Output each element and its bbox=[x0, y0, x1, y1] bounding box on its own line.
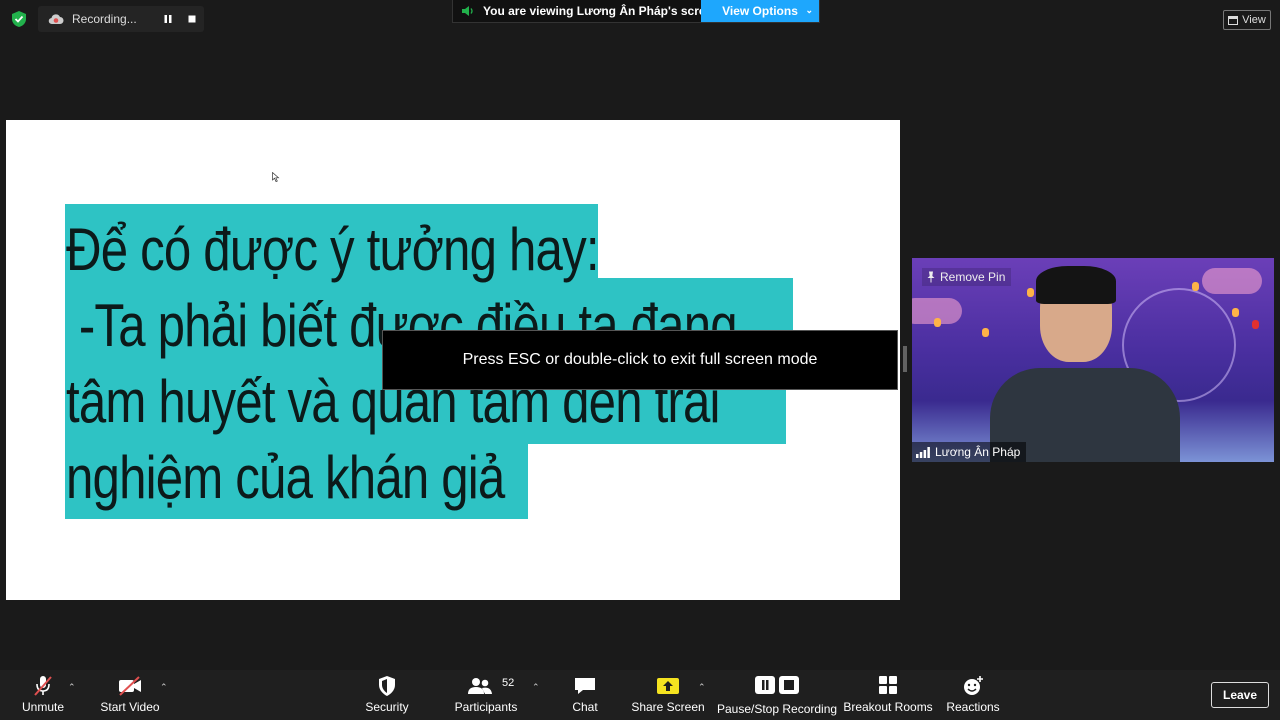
leave-label: Leave bbox=[1222, 688, 1258, 702]
participants-label: Participants bbox=[454, 700, 518, 714]
breakout-rooms-label: Breakout Rooms bbox=[843, 700, 933, 714]
view-options-label: View Options bbox=[722, 4, 798, 18]
recording-indicator: Recording... bbox=[38, 6, 204, 32]
lantern-decoration bbox=[982, 328, 989, 337]
slide-line-1: Để có được ý tưởng hay: bbox=[66, 216, 600, 283]
share-screen-label: Share Screen bbox=[631, 700, 705, 714]
panel-splitter-handle[interactable] bbox=[903, 346, 907, 372]
audio-options-caret-icon[interactable]: ⌃ bbox=[68, 682, 78, 692]
unmute-button[interactable]: Unmute bbox=[14, 670, 72, 720]
unmute-label: Unmute bbox=[21, 700, 65, 714]
blossom-decoration-right bbox=[1202, 268, 1262, 294]
lantern-decoration bbox=[1232, 308, 1239, 317]
viewing-screen-text: You are viewing Lương Ân Pháp's screen bbox=[483, 4, 720, 18]
pause-stop-recording-icon bbox=[755, 676, 799, 694]
view-label: View bbox=[1242, 14, 1266, 26]
remove-pin-button[interactable]: Remove Pin bbox=[922, 268, 1012, 286]
remove-pin-label: Remove Pin bbox=[940, 270, 1006, 284]
shield-icon bbox=[379, 676, 395, 696]
participant-video-tile[interactable]: Remove Pin Lương Ân Pháp bbox=[912, 258, 1274, 462]
participant-name-tag: Lương Ân Pháp bbox=[912, 442, 1027, 462]
stop-recording-icon[interactable] bbox=[187, 14, 197, 24]
meeting-toolbar: Unmute ⌃ Start Video ⌃ Security Particip… bbox=[0, 670, 1280, 720]
lantern-decoration bbox=[1192, 282, 1199, 291]
view-layout-button[interactable]: View bbox=[1223, 10, 1271, 30]
pause-recording-icon[interactable] bbox=[163, 14, 173, 24]
participants-count: 52 bbox=[502, 677, 515, 689]
participant-hair bbox=[1036, 266, 1116, 304]
security-shield-icon[interactable] bbox=[10, 10, 28, 28]
lantern-decoration bbox=[934, 318, 941, 327]
recording-label: Recording... bbox=[72, 12, 137, 26]
view-options-button[interactable]: View Options ⌄ bbox=[701, 0, 819, 22]
participants-icon bbox=[468, 678, 492, 694]
share-screen-icon bbox=[657, 678, 679, 694]
breakout-rooms-button[interactable]: Breakout Rooms bbox=[843, 670, 933, 720]
slide-line-4: nghiệm của khán giả bbox=[66, 444, 505, 511]
participant-name: Lương Ân Pháp bbox=[935, 445, 1021, 459]
chat-bubble-icon bbox=[575, 678, 595, 694]
security-label: Security bbox=[365, 700, 409, 714]
chevron-down-icon: ⌄ bbox=[805, 5, 813, 15]
video-off-icon bbox=[119, 676, 141, 696]
microphone-muted-icon bbox=[34, 676, 52, 696]
start-video-label: Start Video bbox=[100, 700, 160, 714]
participants-options-caret-icon[interactable]: ⌃ bbox=[532, 682, 542, 692]
breakout-rooms-icon bbox=[879, 676, 897, 694]
lantern-decoration bbox=[1027, 288, 1034, 297]
lantern-decoration bbox=[1252, 320, 1259, 329]
chat-label: Chat bbox=[572, 700, 598, 714]
pause-stop-recording-button[interactable]: Pause/Stop Recording bbox=[716, 670, 838, 720]
chat-button[interactable]: Chat bbox=[566, 670, 604, 720]
cloud-recording-icon bbox=[48, 14, 64, 25]
speaker-icon bbox=[462, 6, 473, 16]
reactions-label: Reactions bbox=[946, 700, 1000, 714]
pause-stop-recording-label: Pause/Stop Recording bbox=[716, 702, 838, 716]
mouse-cursor-icon bbox=[272, 172, 280, 182]
leave-button[interactable]: Leave bbox=[1211, 682, 1269, 708]
exit-fullscreen-toast: Press ESC or double-click to exit full s… bbox=[382, 330, 898, 390]
smiley-reaction-icon bbox=[964, 676, 983, 695]
security-button[interactable]: Security bbox=[362, 670, 412, 720]
signal-strength-icon bbox=[916, 446, 930, 458]
start-video-button[interactable]: Start Video bbox=[98, 670, 162, 720]
pin-icon bbox=[927, 271, 935, 283]
video-options-caret-icon[interactable]: ⌃ bbox=[160, 682, 170, 692]
grid-layout-icon bbox=[1228, 15, 1239, 25]
share-screen-button[interactable]: Share Screen bbox=[631, 670, 705, 720]
viewing-screen-banner: You are viewing Lương Ân Pháp's screen V… bbox=[452, 0, 820, 23]
reactions-button[interactable]: Reactions bbox=[946, 670, 1000, 720]
exit-fullscreen-text: Press ESC or double-click to exit full s… bbox=[462, 351, 818, 368]
share-options-caret-icon[interactable]: ⌃ bbox=[698, 682, 708, 692]
